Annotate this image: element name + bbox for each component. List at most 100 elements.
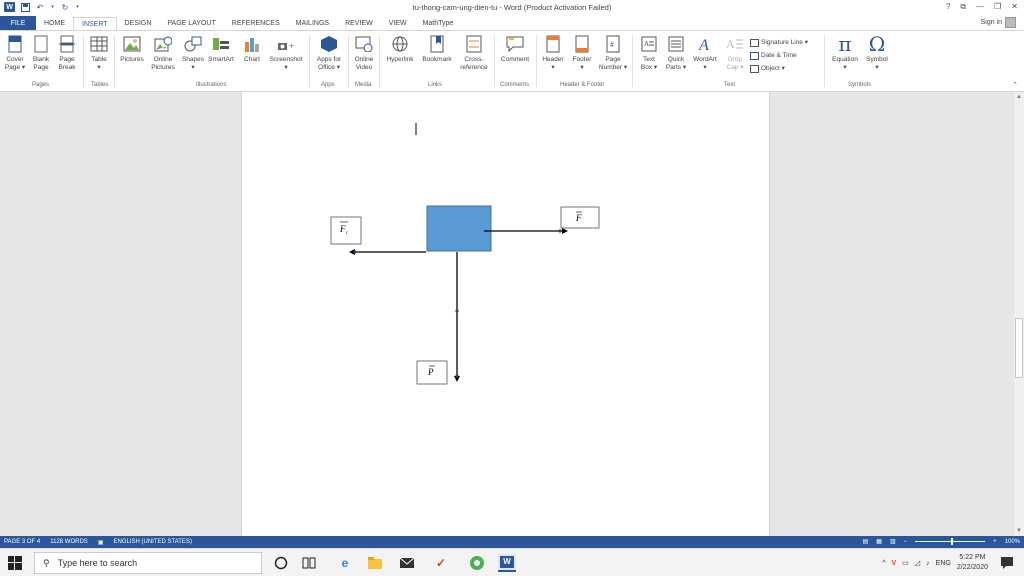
minimize-button[interactable]: — — [976, 2, 984, 12]
clock[interactable]: 5:22 PM 2/22/2020 — [957, 553, 988, 573]
cross-reference-button[interactable]: Cross- reference — [458, 35, 490, 72]
page-number-button[interactable]: # Page Number ▾ — [597, 35, 629, 72]
bookmark-button[interactable]: Bookmark — [419, 35, 455, 64]
document-page[interactable]: F c F P — [241, 92, 770, 536]
cross-reference-label: Cross- reference — [460, 56, 488, 71]
text-box-button[interactable]: A Text Box ▾ — [636, 35, 662, 72]
unikey-icon[interactable]: V — [891, 560, 896, 567]
task-view-icon[interactable] — [300, 554, 318, 572]
word-taskbar-icon[interactable]: W — [498, 554, 516, 572]
cortana-icon[interactable] — [272, 554, 290, 572]
table-button[interactable]: Table ▾ — [88, 35, 110, 72]
tab-home[interactable]: HOME — [36, 17, 73, 31]
label-fc-text: F — [339, 224, 346, 234]
group-separator — [114, 35, 115, 87]
online-video-button[interactable]: Online Video — [351, 35, 377, 72]
pictures-button[interactable]: Pictures — [118, 35, 146, 64]
print-layout-icon[interactable]: ▦ — [876, 538, 882, 545]
tab-mailings[interactable]: MAILINGS — [288, 17, 337, 31]
tab-insert[interactable]: INSERT — [73, 17, 117, 31]
web-layout-icon[interactable]: ▥ — [890, 538, 896, 545]
object-button[interactable]: Object ▾ — [750, 62, 822, 75]
tab-mathtype[interactable]: MathType — [415, 17, 462, 31]
help-button[interactable]: ? — [946, 2, 950, 12]
tab-file[interactable]: FILE — [0, 16, 36, 31]
chart-button[interactable]: Chart — [241, 35, 263, 64]
scroll-down-icon[interactable]: ▼ — [1016, 528, 1022, 534]
file-explorer-icon[interactable] — [366, 554, 384, 572]
word-count[interactable]: 1128 WORDS — [50, 539, 88, 546]
edge-icon[interactable]: e — [336, 554, 354, 572]
page-count[interactable]: PAGE 3 OF 4 — [4, 539, 40, 546]
hyperlink-icon — [391, 35, 409, 53]
proofing-icon[interactable]: ▣ — [98, 539, 104, 546]
document-canvas: F c F P — [0, 92, 1014, 536]
wordart-label: WordArt ▾ — [693, 56, 717, 71]
screenshot-button[interactable]: + Screenshot ▾ — [266, 35, 306, 72]
signature-line-button[interactable]: Signature Line ▾ — [750, 36, 822, 49]
close-button[interactable]: ✕ — [1011, 2, 1018, 12]
group-links-label: Links — [428, 82, 443, 88]
notification-icon[interactable] — [1000, 556, 1014, 570]
shapes-button[interactable]: Shapes ▾ — [179, 35, 207, 72]
zoom-slider[interactable] — [915, 538, 986, 545]
label-p[interactable]: P — [416, 360, 448, 385]
quick-parts-button[interactable]: Quick Parts ▾ — [662, 35, 690, 72]
sign-in[interactable]: Sign in — [981, 17, 1016, 28]
cover-page-button[interactable]: Cover Page ▾ — [3, 35, 27, 72]
windows-start-icon[interactable] — [8, 556, 22, 570]
tab-page-layout[interactable]: PAGE LAYOUT — [159, 17, 223, 31]
tab-review[interactable]: REVIEW — [337, 17, 381, 31]
collapse-ribbon-icon[interactable]: ⌃ — [1012, 81, 1018, 89]
tab-view[interactable]: VIEW — [381, 17, 415, 31]
app-icon-green[interactable] — [468, 554, 486, 572]
footer-button[interactable]: Footer ▾ — [568, 35, 596, 72]
tab-references[interactable]: REFERENCES — [224, 17, 288, 31]
scroll-up-icon[interactable]: ▲ — [1016, 94, 1022, 100]
zoom-level[interactable]: 100% — [1005, 539, 1020, 545]
window-controls: ? ⧉ — ❐ ✕ — [946, 2, 1018, 12]
mail-icon[interactable] — [398, 554, 416, 572]
network-icon[interactable]: ◿ — [915, 559, 920, 567]
scrollbar-thumb[interactable] — [1015, 318, 1023, 378]
symbol-label: Symbol ▾ — [866, 56, 888, 71]
wordart-button[interactable]: A WordArt ▾ — [690, 35, 720, 72]
blank-page-button[interactable]: Blank Page — [30, 35, 52, 72]
label-fc[interactable]: F c — [330, 216, 362, 245]
arrow-down-midhandle — [455, 309, 459, 313]
page-break-button[interactable]: Page Break — [56, 35, 78, 72]
header-icon — [544, 35, 562, 53]
sign-in-label: Sign in — [980, 19, 1002, 26]
restore-button[interactable]: ❐ — [994, 2, 1001, 12]
input-language[interactable]: ENG — [936, 560, 951, 567]
label-f[interactable]: F — [560, 206, 600, 229]
header-button[interactable]: Header ▾ — [539, 35, 567, 72]
taskbar-search[interactable]: ⚲ Type here to search — [34, 552, 262, 574]
battery-icon[interactable]: ▭ — [902, 559, 909, 567]
read-mode-icon[interactable]: ▤ — [863, 538, 869, 545]
comment-button[interactable]: Comment — [497, 35, 533, 64]
date-time-button[interactable]: Date & Time — [750, 49, 822, 62]
equation-button[interactable]: π Equation ▾ — [828, 34, 862, 72]
online-pictures-button[interactable]: Online Pictures — [149, 35, 177, 72]
zoom-in-button[interactable]: + — [993, 539, 997, 545]
page-break-label: Page Break — [58, 56, 76, 71]
zoom-slider-thumb[interactable] — [951, 538, 954, 545]
smartart-button[interactable]: SmartArt — [206, 35, 236, 64]
vietnamese-input-icon[interactable]: ✓ — [432, 554, 450, 572]
symbol-button[interactable]: Ω Symbol ▾ — [862, 34, 892, 72]
tab-design[interactable]: DESIGN — [117, 17, 160, 31]
ribbon-display-options-button[interactable]: ⧉ — [960, 2, 966, 12]
apps-for-office-button[interactable]: Apps for Office ▾ — [312, 35, 346, 72]
volume-icon[interactable]: ♪ — [926, 560, 930, 567]
block-shape[interactable] — [426, 205, 492, 252]
group-pages-label: Pages — [32, 82, 50, 88]
chart-label: Chart — [244, 56, 260, 63]
language-indicator[interactable]: ENGLISH (UNITED STATES) — [113, 539, 191, 546]
hyperlink-button[interactable]: Hyperlink — [382, 35, 418, 64]
arrow-right-handle — [558, 229, 562, 233]
zoom-out-button[interactable]: − — [904, 539, 908, 545]
vertical-scrollbar[interactable]: ▲ ▼ — [1014, 92, 1024, 536]
drop-cap-button[interactable]: A Drop Cap ▾ — [722, 35, 748, 72]
show-hidden-icons[interactable]: ^ — [882, 560, 885, 567]
